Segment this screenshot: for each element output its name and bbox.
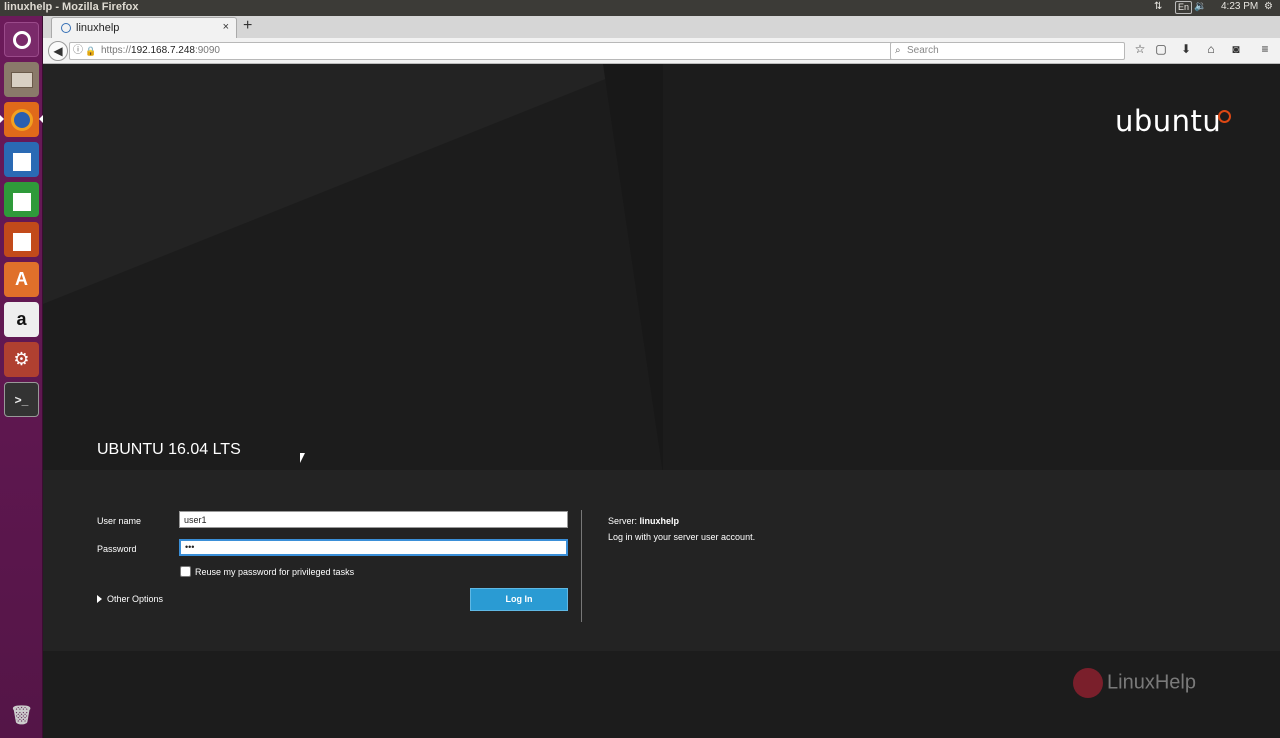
linuxhelp-watermark: LinuxHelp bbox=[1073, 668, 1196, 698]
login-hint: Log in with your server user account. bbox=[608, 532, 756, 542]
tab-linuxhelp[interactable]: linuxhelp × bbox=[51, 17, 237, 38]
top-panel: linuxhelp - Mozilla Firefox ⇅ En 🔉 4:23 … bbox=[0, 0, 1280, 16]
dash-home-icon[interactable] bbox=[4, 22, 39, 57]
terminal-icon[interactable]: >_ bbox=[4, 382, 39, 417]
login-panel: User name Password ••• Reuse my password… bbox=[43, 470, 1280, 651]
pocket-icon[interactable]: ◙ bbox=[1228, 42, 1244, 56]
firefox-icon[interactable] bbox=[4, 102, 39, 137]
search-icon: ⌕ bbox=[895, 45, 901, 56]
ubuntu-logo: ubuntu bbox=[1115, 104, 1231, 138]
caret-right-icon bbox=[97, 595, 102, 603]
home-icon[interactable]: ⌂ bbox=[1203, 42, 1219, 56]
reading-list-icon[interactable]: ▢ bbox=[1153, 42, 1169, 56]
os-name: UBUNTU 16.04 LTS bbox=[97, 441, 241, 458]
close-icon[interactable]: × bbox=[223, 21, 229, 33]
tab-label: linuxhelp bbox=[76, 22, 120, 34]
warning-lock-icon[interactable]: 🔒 bbox=[85, 43, 96, 59]
keyboard-layout-indicator[interactable]: En bbox=[1175, 1, 1193, 14]
network-icon[interactable]: ⇅ bbox=[1154, 1, 1162, 12]
trash-icon[interactable]: 🗑 bbox=[4, 698, 39, 733]
server-info: Server: linuxhelp bbox=[608, 516, 680, 526]
calc-icon[interactable] bbox=[4, 182, 39, 217]
divider bbox=[581, 510, 582, 622]
linuxhelp-logo-icon bbox=[1073, 668, 1103, 698]
circle-of-friends-icon bbox=[1218, 110, 1231, 123]
url-bar[interactable]: ⓘ 🔒 https://192.168.7.248:9090 ↻ bbox=[69, 42, 927, 60]
info-icon[interactable]: ⓘ bbox=[73, 43, 83, 59]
background-shape bbox=[603, 64, 663, 474]
window-title: linuxhelp - Mozilla Firefox bbox=[4, 1, 139, 13]
password-label: Password bbox=[97, 544, 137, 554]
tab-bar: linuxhelp × + bbox=[43, 16, 1280, 38]
download-icon[interactable]: ⬇ bbox=[1178, 42, 1194, 56]
clock[interactable]: 4:23 PM bbox=[1221, 1, 1258, 12]
impress-icon[interactable] bbox=[4, 222, 39, 257]
software-center-icon[interactable]: A bbox=[4, 262, 39, 297]
other-options-toggle[interactable]: Other Options bbox=[97, 594, 163, 604]
reuse-password-label[interactable]: Reuse my password for privileged tasks bbox=[195, 567, 354, 577]
gear-icon[interactable]: ⚙ bbox=[1264, 1, 1273, 12]
launcher: A a ⚙ >_ 🗑 bbox=[0, 16, 43, 738]
password-input[interactable]: ••• bbox=[179, 539, 568, 556]
username-label: User name bbox=[97, 516, 142, 526]
search-input[interactable]: ⌕ Search bbox=[890, 42, 1125, 60]
url-text[interactable]: https://192.168.7.248:9090 bbox=[101, 43, 220, 59]
background-shape bbox=[43, 64, 643, 304]
new-tab-button[interactable]: + bbox=[243, 17, 252, 35]
menu-icon[interactable]: ≡ bbox=[1257, 42, 1273, 56]
files-icon[interactable] bbox=[4, 62, 39, 97]
search-placeholder: Search bbox=[907, 45, 939, 56]
navigation-toolbar: ◀ ⓘ 🔒 https://192.168.7.248:9090 ↻ ⌕ Sea… bbox=[43, 38, 1280, 64]
writer-icon[interactable] bbox=[4, 142, 39, 177]
system-settings-icon[interactable]: ⚙ bbox=[4, 342, 39, 377]
globe-icon bbox=[61, 23, 71, 33]
server-name: linuxhelp bbox=[639, 516, 680, 526]
bookmark-star-icon[interactable]: ☆ bbox=[1132, 42, 1148, 56]
reuse-password-checkbox[interactable] bbox=[180, 566, 191, 577]
cockpit-login-page: ubuntu UBUNTU 16.04 LTS User name Passwo… bbox=[43, 64, 1280, 738]
mouse-cursor-icon bbox=[300, 453, 305, 463]
username-input[interactable] bbox=[179, 511, 568, 528]
login-button[interactable]: Log In bbox=[470, 588, 568, 611]
back-button[interactable]: ◀ bbox=[48, 41, 68, 61]
amazon-icon[interactable]: a bbox=[4, 302, 39, 337]
volume-icon[interactable]: 🔉 bbox=[1194, 1, 1206, 12]
